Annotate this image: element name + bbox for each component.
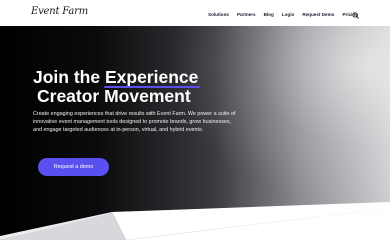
- hero-title: Join the Experience Creator Movement: [33, 68, 263, 106]
- request-demo-button[interactable]: Request a demo: [38, 158, 109, 176]
- main-nav: Solutions Partners Blog Login Request De…: [208, 12, 366, 18]
- nav-blog[interactable]: Blog: [264, 12, 274, 18]
- hero-title-prefix: Join the: [33, 67, 101, 87]
- nav-request-demo[interactable]: Request Demo: [302, 12, 334, 18]
- hero-title-line1: Join the Experience: [33, 67, 263, 88]
- hero-section: Join the Experience Creator Movement Cre…: [0, 26, 390, 240]
- hero-title-line2: Creator Movement: [37, 86, 191, 106]
- decorative-stripes: [0, 202, 390, 240]
- search-icon[interactable]: [352, 12, 359, 19]
- nav-login[interactable]: Login: [282, 12, 295, 18]
- site-header: Event Farm Solutions Partners Blog Login…: [0, 0, 390, 26]
- nav-solutions[interactable]: Solutions: [208, 12, 229, 18]
- hero-title-highlight: Experience: [103, 67, 201, 88]
- logo-text: Event Farm: [31, 6, 88, 17]
- hero-description: Create engaging experiences that drive r…: [33, 111, 236, 133]
- nav-partners[interactable]: Partners: [237, 12, 256, 18]
- logo[interactable]: Event Farm: [31, 3, 97, 23]
